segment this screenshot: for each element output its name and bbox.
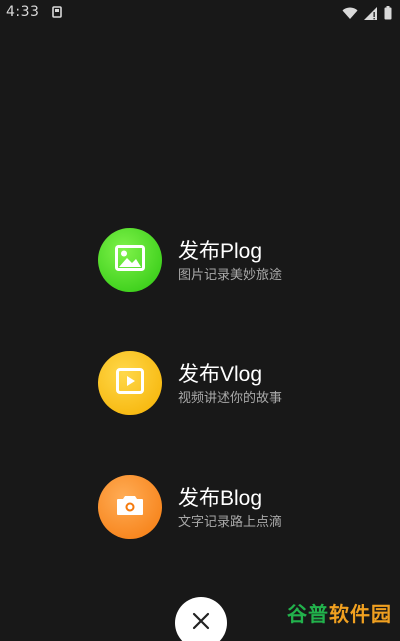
watermark-part1: 谷普 (287, 602, 329, 626)
signal-icon (364, 6, 378, 20)
blog-title: 发布Blog (178, 487, 263, 510)
notification-icon (52, 6, 62, 18)
vlog-icon-circle (98, 351, 162, 415)
play-icon (116, 368, 144, 398)
status-icons (342, 6, 392, 20)
camera-icon (116, 494, 144, 520)
publish-menu-screen: 4:33 发布Plog 图片记录美妙旅途 发布Vlog 视频讲述你的故事 发布B… (0, 0, 400, 641)
plog-subtitle: 图片记录美妙旅途 (178, 268, 283, 283)
image-icon (115, 245, 145, 275)
vlog-title: 发布Vlog (178, 363, 263, 386)
publish-blog-button[interactable]: 发布Blog 文字记录路上点滴 (98, 475, 348, 541)
battery-icon (384, 6, 392, 20)
vlog-subtitle: 视频讲述你的故事 (178, 391, 283, 406)
publish-plog-button[interactable]: 发布Plog 图片记录美妙旅途 (98, 228, 348, 294)
blog-subtitle: 文字记录路上点滴 (178, 515, 283, 530)
blog-icon-circle (98, 475, 162, 539)
watermark-part2: 软件园 (329, 602, 392, 626)
plog-title: 发布Plog (178, 240, 263, 263)
wifi-icon (342, 7, 358, 20)
close-icon (191, 611, 211, 635)
status-time: 4:33 (6, 4, 40, 20)
watermark: 谷普软件园 (287, 598, 392, 627)
plog-icon-circle (98, 228, 162, 292)
close-button[interactable] (175, 597, 227, 641)
publish-vlog-button[interactable]: 发布Vlog 视频讲述你的故事 (98, 351, 348, 417)
status-bar: 4:33 (0, 0, 400, 28)
